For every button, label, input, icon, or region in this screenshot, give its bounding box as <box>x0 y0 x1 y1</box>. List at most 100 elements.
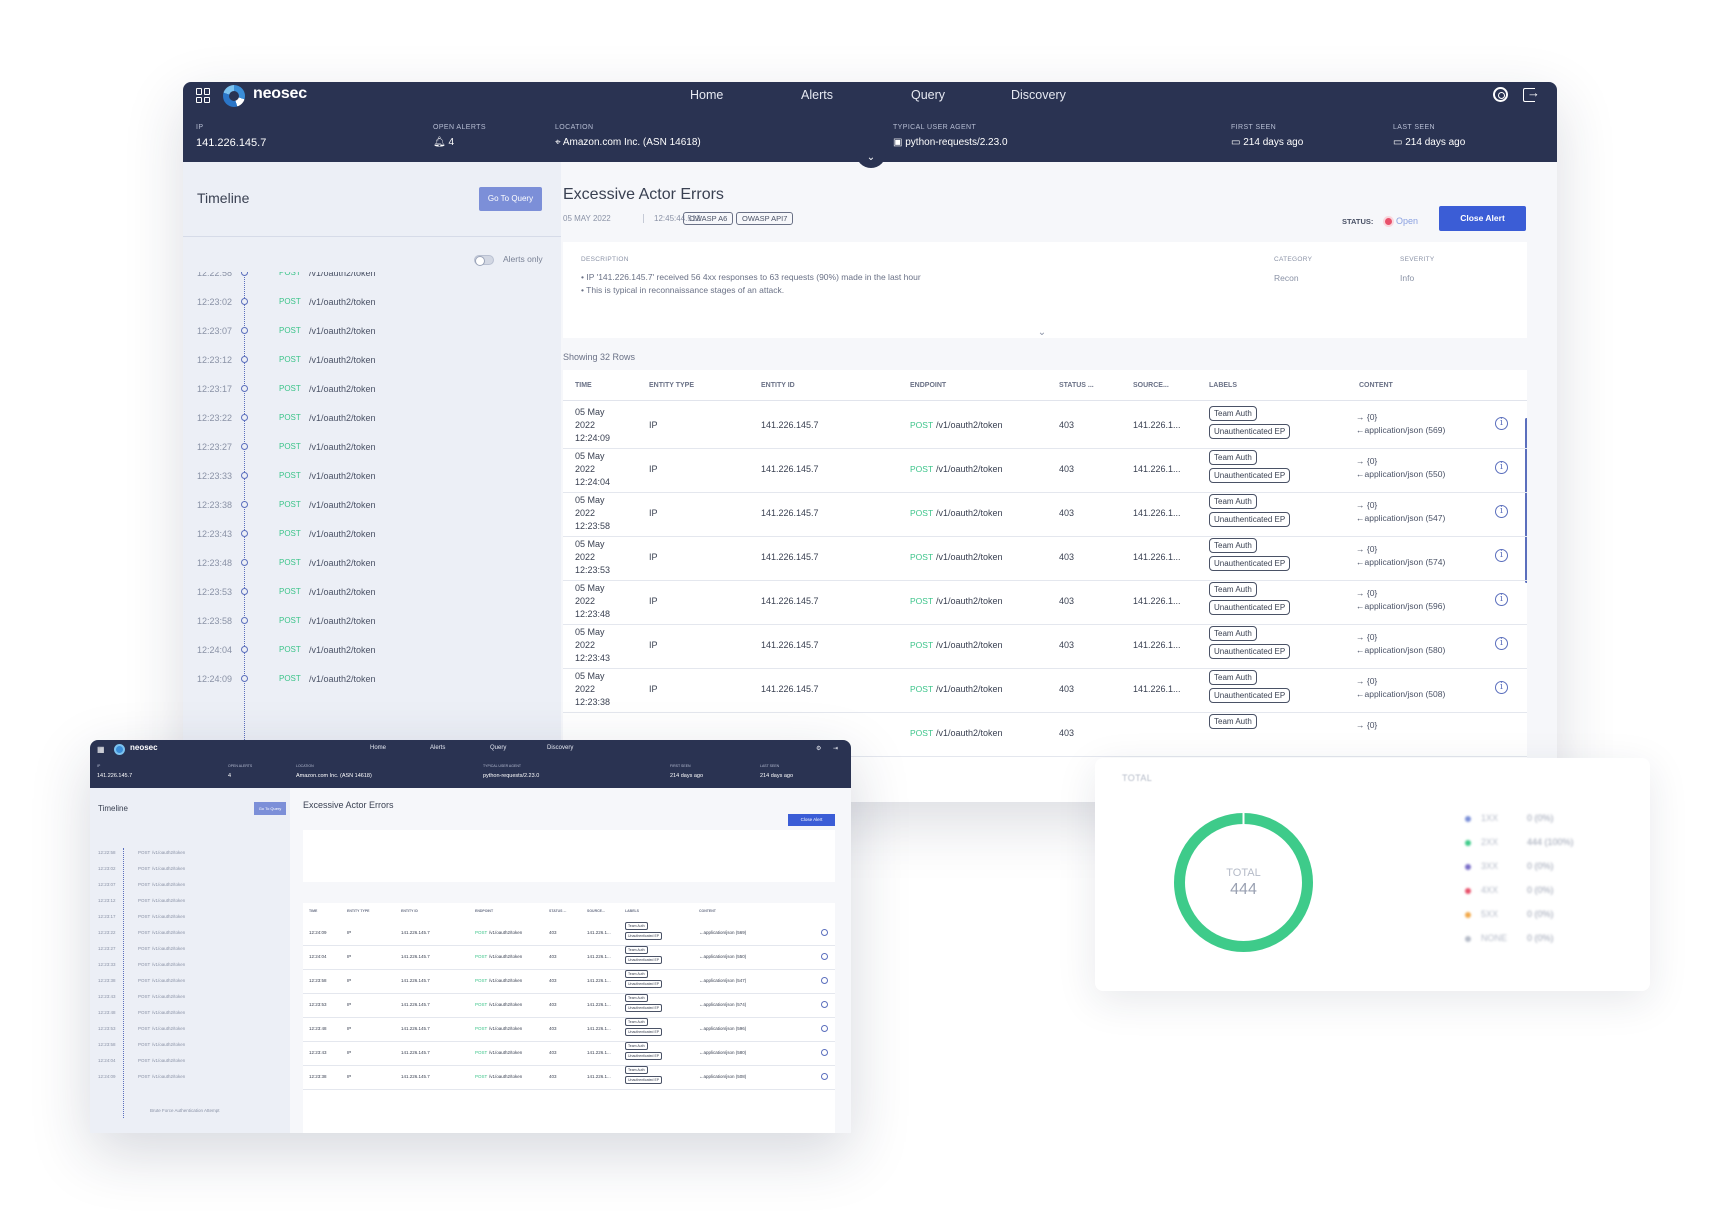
column-header[interactable]: ENDPOINT <box>475 909 493 913</box>
table-row[interactable]: 05 May 2022 12:24:09 IP 141.226.145.7 POST/v1… <box>563 401 1527 449</box>
timeline-item[interactable]: 12:24:04 POST/v1/oauth2/token <box>183 645 561 661</box>
timeline-item[interactable]: 12:23:43 POST/v1/oauth2/token <box>183 529 561 545</box>
close-alert-button[interactable]: Close Alert <box>788 814 835 826</box>
column-header-source[interactable]: SOURCE... <box>1133 382 1169 389</box>
table-row[interactable]: 12:23:58 IP 141.226.145.7 POST/v1/oauth2/to… <box>303 967 835 994</box>
row-endpoint[interactable]: /v1/oauth2/token <box>936 464 1003 474</box>
row-info-icon[interactable]: i <box>1495 637 1508 650</box>
legend-item: 2XX 444 (100%) <box>1465 837 1635 851</box>
row-info-icon[interactable] <box>821 953 828 960</box>
table-row[interactable]: 12:24:09 IP 141.226.145.7 POST/v1/oauth2/to… <box>303 919 835 946</box>
table-row[interactable]: 12:23:48 IP 141.226.145.7 POST/v1/oauth2/to… <box>303 1015 835 1042</box>
table-row[interactable]: 12:23:53 IP 141.226.145.7 POST/v1/oauth2/to… <box>303 991 835 1018</box>
row-entity-type: IP <box>649 420 658 430</box>
table-row[interactable]: 05 May 2022 12:23:58 IP 141.226.145.7 POST/v1… <box>563 489 1527 537</box>
nav-discovery[interactable]: Discovery <box>547 745 573 751</box>
row-source: 141.226.1... <box>1133 596 1181 606</box>
row-endpoint[interactable]: /v1/oauth2/token <box>936 420 1003 430</box>
timeline-item[interactable]: 12:23:53 POST/v1/oauth2/token <box>183 587 561 603</box>
nav-alerts[interactable]: Alerts <box>430 745 445 751</box>
expand-description-chevron-icon[interactable]: ⌄ <box>1033 327 1051 341</box>
meta-ip: IP 141.226.145.7 <box>196 124 266 149</box>
timeline-item[interactable]: 12:23:07 POST/v1/oauth2/token <box>183 326 561 342</box>
timeline-item[interactable]: 12:23:33 POST/v1/oauth2/token <box>183 471 561 487</box>
column-header[interactable]: CONTENT <box>699 909 716 913</box>
settings-gear-icon[interactable]: ⚙︎ <box>816 745 821 752</box>
location-label: LOCATION <box>555 124 594 131</box>
table-row[interactable]: 12:23:38 IP 141.226.145.7 POST/v1/oauth2/to… <box>303 1063 835 1090</box>
nav-query[interactable]: Query <box>911 88 945 102</box>
column-header-entity-id[interactable]: ENTITY ID <box>761 382 795 389</box>
timeline-method: POST <box>279 558 301 567</box>
timeline-item[interactable]: 12:23:38 POST/v1/oauth2/token <box>183 500 561 516</box>
row-endpoint[interactable]: /v1/oauth2/token <box>936 508 1003 518</box>
go-to-query-button[interactable]: Go To Query <box>254 802 286 815</box>
timeline-alert-item[interactable]: Brute Force Authentication Attempt <box>150 1108 220 1113</box>
row-info-icon[interactable]: i <box>1495 461 1508 474</box>
logout-icon[interactable] <box>1523 85 1540 102</box>
nav-home[interactable]: Home <box>370 745 386 751</box>
row-time-part: 2022 <box>575 596 596 606</box>
pin-icon: ⌖ <box>555 137 561 148</box>
row-info-icon[interactable] <box>821 929 828 936</box>
table-row[interactable]: 05 May 2022 12:23:53 IP 141.226.145.7 POST/v1… <box>563 533 1527 581</box>
row-info-icon[interactable]: i <box>1495 681 1508 694</box>
timeline-item[interactable]: 12:24:09 POST/v1/oauth2/token <box>183 674 561 690</box>
row-info-icon[interactable] <box>821 977 828 984</box>
table-row[interactable]: 05 May 2022 12:24:04 IP 141.226.145.7 POST/v1… <box>563 445 1527 493</box>
row-info-icon[interactable] <box>821 1073 828 1080</box>
table-row[interactable]: 12:23:43 IP 141.226.145.7 POST/v1/oauth2/to… <box>303 1039 835 1066</box>
timeline-item[interactable]: 12:23:22 POST/v1/oauth2/token <box>183 413 561 429</box>
column-header[interactable]: ENTITY ID <box>401 909 418 913</box>
app-grid-icon[interactable]: ▦ <box>97 745 105 754</box>
column-header[interactable]: STATUS ... <box>549 909 566 913</box>
row-info-icon[interactable]: i <box>1495 549 1508 562</box>
nav-query[interactable]: Query <box>490 745 506 751</box>
row-endpoint[interactable]: /v1/oauth2/token <box>936 596 1003 606</box>
row-endpoint[interactable]: /v1/oauth2/token <box>936 684 1003 694</box>
row-info-icon[interactable] <box>821 1025 828 1032</box>
timeline-item[interactable]: 12:23:27 POST/v1/oauth2/token <box>183 442 561 458</box>
nav-alerts[interactable]: Alerts <box>801 88 833 102</box>
row-info-icon[interactable]: i <box>1495 417 1508 430</box>
close-alert-button[interactable]: Close Alert <box>1439 206 1526 231</box>
timeline-time: 12:23:22 <box>98 930 116 935</box>
timeline-item[interactable]: 12:23:58 POST/v1/oauth2/token <box>183 616 561 632</box>
timeline-item[interactable]: 12:22:58 POST/v1/oauth2/token <box>183 272 561 284</box>
row-endpoint[interactable]: /v1/oauth2/token <box>936 552 1003 562</box>
secondary-top-bar: ▦ neosec Home Alerts Query Discovery ⚙︎ … <box>90 740 851 788</box>
timeline-path: /v1/oauth2/token <box>309 272 376 278</box>
column-header-time[interactable]: TIME <box>575 382 592 389</box>
alerts-only-toggle[interactable] <box>474 255 494 266</box>
timeline-item[interactable]: 12:23:17 POST/v1/oauth2/token <box>183 384 561 400</box>
timeline-item[interactable]: 12:23:48 POST/v1/oauth2/token <box>183 558 561 574</box>
column-header[interactable]: ENTITY TYPE <box>347 909 370 913</box>
table-row[interactable]: 05 May 2022 12:23:43 IP 141.226.145.7 POST/v1… <box>563 621 1527 669</box>
row-time: 05 May 2022 12:23:38 <box>575 670 610 709</box>
row-endpoint[interactable]: /v1/oauth2/token <box>936 728 1003 738</box>
logout-icon[interactable]: ⇥ <box>833 745 838 752</box>
table-row[interactable]: 12:24:04 IP 141.226.145.7 POST/v1/oauth2/to… <box>303 943 835 970</box>
row-info-icon[interactable]: i <box>1495 505 1508 518</box>
column-header[interactable]: TIME <box>309 909 317 913</box>
nav-home[interactable]: Home <box>690 88 723 102</box>
go-to-query-button[interactable]: Go To Query <box>479 187 542 211</box>
row-info-icon[interactable]: i <box>1495 593 1508 606</box>
last-seen-value: ▭ 214 days ago <box>1393 137 1465 148</box>
column-header-status[interactable]: STATUS ... <box>1059 382 1094 389</box>
app-grid-icon[interactable] <box>196 88 211 103</box>
column-header[interactable]: SOURCE... <box>587 909 605 913</box>
timeline-item[interactable]: 12:23:02 POST/v1/oauth2/token <box>183 297 561 313</box>
nav-discovery[interactable]: Discovery <box>1011 88 1066 102</box>
table-row[interactable]: 05 May 2022 12:23:38 IP 141.226.145.7 POST/v1… <box>563 665 1527 713</box>
column-header[interactable]: LABELS <box>625 909 639 913</box>
row-info-icon[interactable] <box>821 1001 828 1008</box>
row-endpoint[interactable]: /v1/oauth2/token <box>936 640 1003 650</box>
table-row[interactable]: 05 May 2022 12:23:48 IP 141.226.145.7 POST/v1… <box>563 577 1527 625</box>
settings-gear-icon[interactable] <box>1493 87 1508 102</box>
column-header-entity-type[interactable]: ENTITY TYPE <box>649 382 694 389</box>
column-header-endpoint[interactable]: ENDPOINT <box>910 382 946 389</box>
timeline-item[interactable]: 12:23:12 POST/v1/oauth2/token <box>183 355 561 371</box>
row-info-icon[interactable] <box>821 1049 828 1056</box>
legend-dot-icon <box>1465 840 1471 846</box>
